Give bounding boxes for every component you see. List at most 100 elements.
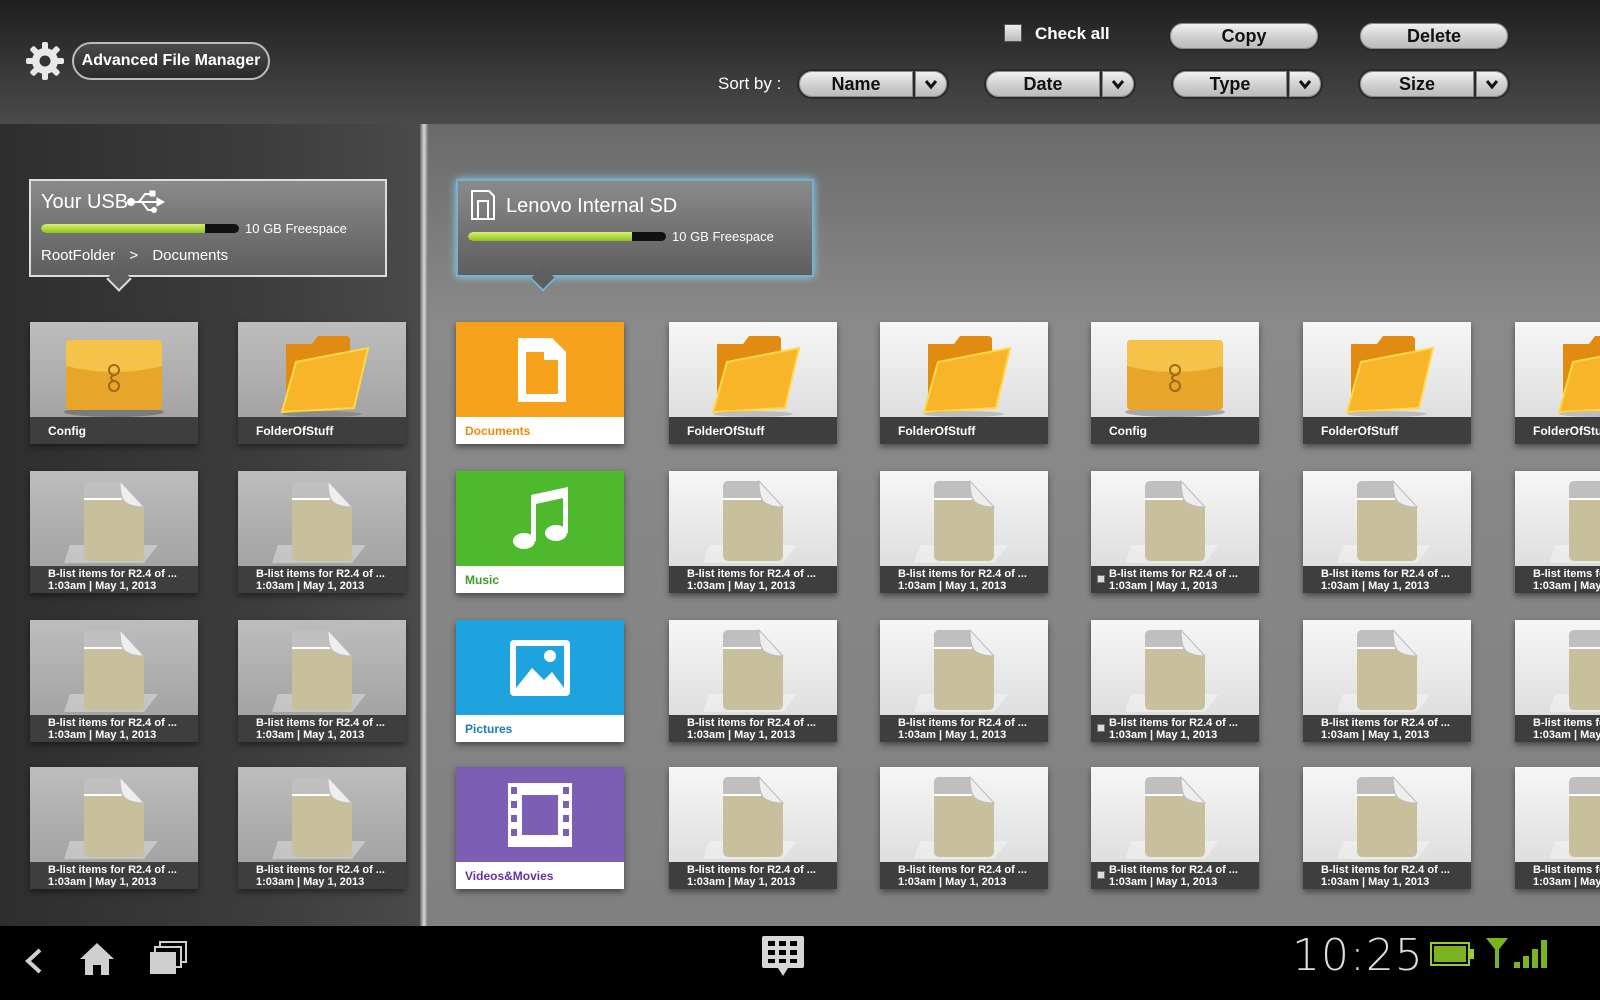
file-caption: B-list items for R2.4 of ...1:03am | May… (1091, 566, 1259, 593)
recent-apps-icon[interactable] (148, 940, 188, 978)
file-icon (272, 479, 366, 563)
back-icon[interactable] (20, 946, 50, 976)
breadcrumb-root[interactable]: RootFolder (41, 247, 115, 264)
file-timestamp: 1:03am | May 1, 2013 (48, 876, 157, 888)
file-tile[interactable]: B-list items for R2.4 of ...1:03am | May… (30, 767, 198, 889)
file-caption: B-list items for R2.4 of ...1:03am | May… (1091, 862, 1259, 889)
file-tile[interactable]: B-list items for R2.4 of ...1:03am | May… (1303, 767, 1471, 889)
file-tile[interactable]: B-list items for R2.4 of ...1:03am | May… (669, 471, 837, 593)
folder-icon (711, 336, 801, 417)
file-timestamp: 1:03am | May 1, 2013 (1533, 729, 1600, 741)
file-name: B-list items for R2.4 of ... (687, 717, 816, 729)
file-icon (703, 775, 797, 859)
file-tile[interactable]: B-list items for R2.4 of ...1:03am | May… (1091, 767, 1259, 889)
file-select-checkbox[interactable] (1097, 724, 1105, 732)
file-tile[interactable]: B-list items for R2.4 of ...1:03am | May… (1303, 620, 1471, 742)
usb-capacity-bar (41, 224, 239, 233)
file-tile[interactable]: B-list items for R2.4 of ...1:03am | May… (238, 767, 406, 889)
sort-date-button[interactable]: Date (984, 69, 1102, 99)
file-name: B-list items for R2.4 of ... (256, 717, 385, 729)
file-timestamp: 1:03am | May 1, 2013 (1533, 876, 1600, 888)
file-icon (1549, 630, 1600, 712)
file-select-checkbox[interactable] (1097, 575, 1105, 583)
file-tile[interactable]: B-list items for R2.4 of ...1:03am | May… (1515, 471, 1600, 593)
sd-storage-header[interactable]: Lenovo Internal SD 10 GB Freespace (456, 179, 814, 277)
file-caption: B-list items for R2.4 of ...1:03am | May… (1303, 715, 1471, 742)
file-name: B-list items for R2.4 of ... (898, 568, 1027, 580)
sort-size-dropdown[interactable] (1474, 69, 1510, 99)
sort-name-dropdown[interactable] (913, 69, 949, 99)
copy-button[interactable]: Copy (1168, 21, 1320, 51)
category-tile-pictures[interactable]: Pictures (456, 620, 624, 742)
folder-tile[interactable]: FolderOfStuff (238, 322, 406, 444)
file-tile[interactable]: B-list items for R2.4 of ...1:03am | May… (1303, 471, 1471, 593)
file-name: B-list items for R2.4 of ... (48, 568, 177, 580)
delete-button[interactable]: Delete (1358, 21, 1510, 51)
folder-tile[interactable]: FolderOfStuff (880, 322, 1048, 444)
chevron-down-icon (924, 80, 938, 90)
category-tile-videos-movies[interactable]: Videos&Movies (456, 767, 624, 889)
folder-tile[interactable]: FolderOfStuff (1303, 322, 1471, 444)
file-caption: B-list items for R2.4 of ...1:03am | May… (1515, 566, 1600, 593)
pane-divider[interactable] (420, 124, 428, 926)
sd-card-icon (471, 190, 495, 220)
picture-icon (510, 640, 570, 696)
chevron-down-icon (1485, 80, 1499, 90)
usb-pane[interactable]: Your USB 10 GB Freespace RootFolder > Do… (0, 124, 420, 926)
category-tile-documents[interactable]: Documents (456, 322, 624, 444)
file-icon (1125, 479, 1219, 563)
file-caption: B-list items for R2.4 of ...1:03am | May… (30, 715, 198, 742)
app-title-button[interactable]: Advanced File Manager (72, 42, 270, 80)
file-select-checkbox[interactable] (1097, 871, 1105, 879)
file-caption: B-list items for R2.4 of ...1:03am | May… (30, 566, 198, 593)
sort-size-button[interactable]: Size (1358, 69, 1476, 99)
folder-icon (922, 336, 1012, 417)
file-name: B-list items for R2.4 of ... (687, 568, 816, 580)
sd-storage-name: Lenovo Internal SD (506, 195, 678, 217)
folder-tile[interactable]: FolderOfStuff (669, 322, 837, 444)
config-folder-tile[interactable]: Config (1091, 322, 1259, 444)
tile-label: FolderOfStuff (669, 417, 837, 444)
file-name: B-list items for R2.4 of ... (1109, 568, 1238, 580)
folder-tile[interactable]: FolderOfStuff (1515, 322, 1600, 444)
file-tile[interactable]: B-list items for R2.4 of ...1:03am | May… (669, 620, 837, 742)
file-icon (1337, 775, 1431, 859)
category-tile-music[interactable]: Music (456, 471, 624, 593)
file-tile[interactable]: B-list items for R2.4 of ...1:03am | May… (669, 767, 837, 889)
file-tile[interactable]: B-list items for R2.4 of ...1:03am | May… (30, 471, 198, 593)
breadcrumb-current[interactable]: Documents (152, 247, 228, 264)
config-folder-tile[interactable]: Config (30, 322, 198, 444)
file-caption: B-list items for R2.4 of ...1:03am | May… (1515, 715, 1600, 742)
sort-type-dropdown[interactable] (1287, 69, 1323, 99)
file-tile[interactable]: B-list items for R2.4 of ...1:03am | May… (880, 767, 1048, 889)
file-timestamp: 1:03am | May 1, 2013 (687, 876, 796, 888)
check-all-checkbox[interactable] (1004, 24, 1022, 42)
file-tile[interactable]: B-list items for R2.4 of ...1:03am | May… (238, 471, 406, 593)
app-grid-icon[interactable] (760, 934, 806, 978)
file-timestamp: 1:03am | May 1, 2013 (898, 876, 1007, 888)
usb-storage-header[interactable]: Your USB 10 GB Freespace RootFolder > Do… (29, 179, 387, 277)
file-tile[interactable]: B-list items for R2.4 of ...1:03am | May… (1515, 620, 1600, 742)
sort-date-dropdown[interactable] (1100, 69, 1136, 99)
sort-type-button[interactable]: Type (1171, 69, 1289, 99)
file-caption: B-list items for R2.4 of ...1:03am | May… (880, 566, 1048, 593)
file-tile[interactable]: B-list items for R2.4 of ...1:03am | May… (880, 471, 1048, 593)
file-timestamp: 1:03am | May 1, 2013 (1321, 729, 1430, 741)
gear-icon[interactable] (24, 40, 66, 82)
file-tile[interactable]: B-list items for R2.4 of ...1:03am | May… (880, 620, 1048, 742)
file-icon (1125, 775, 1219, 859)
file-tile[interactable]: B-list items for R2.4 of ...1:03am | May… (1091, 620, 1259, 742)
sort-name-button[interactable]: Name (797, 69, 915, 99)
sd-pane[interactable]: Lenovo Internal SD 10 GB Freespace Docum… (428, 124, 1600, 926)
file-name: B-list items for R2.4 of ... (1109, 864, 1238, 876)
file-tile[interactable]: B-list items for R2.4 of ...1:03am | May… (238, 620, 406, 742)
file-tile[interactable]: B-list items for R2.4 of ...1:03am | May… (1515, 767, 1600, 889)
usb-storage-name: Your USB (41, 191, 129, 213)
file-tile[interactable]: B-list items for R2.4 of ...1:03am | May… (30, 620, 198, 742)
file-tile[interactable]: B-list items for R2.4 of ...1:03am | May… (1091, 471, 1259, 593)
home-icon[interactable] (78, 940, 116, 978)
file-icon (1337, 479, 1431, 563)
folder-icon (1345, 336, 1435, 417)
file-caption: B-list items for R2.4 of ...1:03am | May… (669, 862, 837, 889)
file-timestamp: 1:03am | May 1, 2013 (687, 729, 796, 741)
